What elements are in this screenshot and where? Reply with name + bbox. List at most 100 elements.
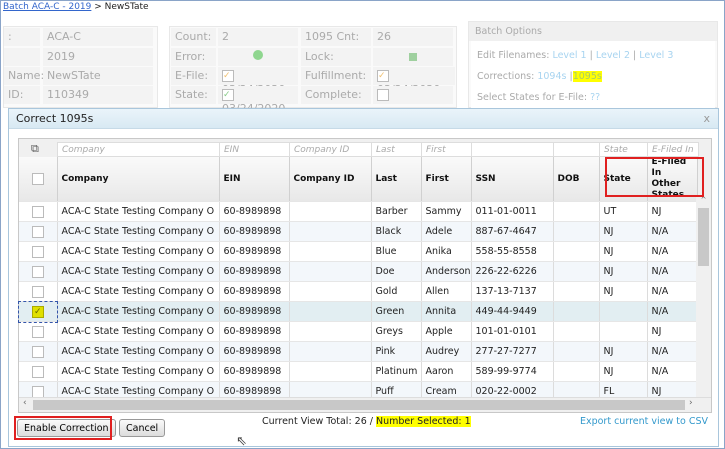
cell-cid: [289, 301, 372, 322]
filter-input[interactable]: [471, 142, 554, 157]
column-header[interactable]: Company: [57, 157, 220, 202]
export-csv-link[interactable]: Export current view to CSV: [580, 416, 708, 427]
cell-company: ACA-C State Testing Company O: [57, 201, 220, 222]
cell-dob: [553, 341, 600, 362]
row-checkbox[interactable]: [31, 265, 44, 278]
cell-ein: 60-8989898: [219, 341, 290, 362]
cell-ein: 60-8989898: [219, 241, 290, 262]
cell-last: Gold: [371, 281, 422, 302]
field-value: 110349: [43, 86, 153, 104]
table-row[interactable]: ACA-C State Testing Company O 60-8989898 G…: [19, 281, 698, 302]
horizontal-scrollbar[interactable]: ‹ ›: [19, 397, 711, 411]
state-status: ✓ 03/24/2020: [218, 86, 298, 115]
table-row[interactable]: ACA-C State Testing Company O 60-8989898 B…: [19, 241, 698, 262]
filter-input[interactable]: Company: [57, 142, 220, 157]
column-header[interactable]: Last: [371, 157, 422, 202]
cell-first: Adele: [421, 221, 472, 242]
filter-input[interactable]: E-Filed In: [647, 142, 699, 157]
corrections-1095s-link[interactable]: 1095s: [572, 71, 602, 82]
select-all-checkbox[interactable]: [31, 172, 44, 185]
batch-options-panel: Batch Options Edit Filenames: Level 1 | …: [468, 21, 718, 112]
cell-state: NJ: [599, 261, 648, 282]
table-row[interactable]: ACA-C State Testing Company O 60-8989898 D…: [19, 261, 698, 282]
row-checkbox[interactable]: [31, 365, 44, 378]
scroll-right-icon[interactable]: ›: [689, 398, 693, 408]
count-value: 2: [218, 28, 298, 46]
fulfillment-label: Fulfillment:: [301, 67, 371, 85]
table-row[interactable]: ACA-C State Testing Company O 60-8989898 P…: [19, 361, 698, 382]
table-row[interactable]: ACA-C State Testing Company O 60-8989898 B…: [19, 221, 698, 242]
cell-dob: [553, 281, 600, 302]
select-states-link[interactable]: ??: [590, 92, 600, 103]
cell-efiled: NJ: [647, 201, 698, 222]
cell-efiled: N/A: [647, 261, 698, 282]
table-row[interactable]: ✓ ACA-C State Testing Company O 60-8989898…: [18, 300, 698, 323]
scroll-left-icon[interactable]: ‹: [23, 398, 27, 408]
table-row[interactable]: ACA-C State Testing Company O 60-8989898 B…: [19, 201, 698, 222]
cell-state: NJ: [599, 241, 648, 262]
filter-input[interactable]: Company ID: [289, 142, 372, 157]
cell-cid: [289, 341, 372, 362]
cell-company: ACA-C State Testing Company O: [57, 221, 220, 242]
cell-ssn: 101-01-0101: [471, 321, 554, 342]
cell-efiled: N/A: [647, 241, 698, 262]
cell-ein: 60-8989898: [219, 361, 290, 382]
error-ok-icon: [218, 48, 298, 66]
breadcrumb-separator: >: [91, 2, 105, 12]
filter-input[interactable]: State: [599, 142, 648, 157]
complete-checkbox: [377, 89, 389, 101]
breadcrumb-batch-link[interactable]: Batch ACA-C - 2019: [3, 2, 91, 12]
column-header[interactable]: SSN: [471, 157, 554, 202]
cell-dob: [553, 221, 600, 242]
cell-company: ACA-C State Testing Company O: [57, 361, 220, 382]
cell-dob: [553, 301, 600, 322]
level3-link[interactable]: Level 3: [639, 50, 673, 61]
row-checkbox[interactable]: [31, 345, 44, 358]
filter-input[interactable]: First: [421, 142, 472, 157]
cell-dob: [553, 361, 600, 382]
row-checkbox[interactable]: [31, 325, 44, 338]
vertical-scroll-thumb[interactable]: [698, 208, 709, 266]
cell-ein: 60-8989898: [219, 281, 290, 302]
filter-input[interactable]: EIN: [219, 142, 290, 157]
filter-input[interactable]: Last: [371, 142, 422, 157]
separator: |: [589, 50, 593, 61]
cell-company: ACA-C State Testing Company O: [57, 341, 220, 362]
cell-ein: 60-8989898: [219, 301, 290, 322]
cell-state: NJ: [599, 341, 648, 362]
level1-link[interactable]: Level 1: [552, 50, 586, 61]
column-header[interactable]: First: [421, 157, 472, 202]
column-header[interactable]: EIN: [219, 157, 290, 202]
horizontal-scroll-thumb[interactable]: [33, 400, 685, 410]
cell-efiled: N/A: [647, 341, 698, 362]
cnt1095-label: 1095 Cnt:: [301, 28, 371, 46]
cell-cid: [289, 281, 372, 302]
row-checkbox[interactable]: [31, 245, 44, 258]
column-header[interactable]: Company ID: [289, 157, 372, 202]
vertical-scrollbar[interactable]: ^: [696, 196, 711, 410]
field-label: ID:: [4, 86, 40, 104]
table-row[interactable]: ACA-C State Testing Company O 60-8989898 P…: [19, 341, 698, 362]
cell-first: Sammy: [421, 201, 472, 222]
cell-dob: [553, 241, 600, 262]
corrections-1094s-link[interactable]: 1094s: [537, 71, 566, 82]
copy-icon[interactable]: ⧉: [31, 142, 39, 156]
cancel-button[interactable]: Cancel: [119, 419, 166, 437]
row-checkbox[interactable]: [31, 385, 44, 398]
close-icon[interactable]: x: [703, 112, 710, 125]
filter-input[interactable]: [553, 142, 600, 157]
cell-state: NJ: [599, 281, 648, 302]
cell-company: ACA-C State Testing Company O: [57, 301, 220, 322]
row-checkbox[interactable]: [31, 285, 44, 298]
row-checkbox[interactable]: ✓: [31, 305, 44, 318]
cell-state: UT: [599, 201, 648, 222]
cell-last: Doe: [371, 261, 422, 282]
cell-efiled: N/A: [647, 361, 698, 382]
row-checkbox[interactable]: [31, 225, 44, 238]
scroll-up-icon[interactable]: ^: [696, 196, 711, 204]
level2-link[interactable]: Level 2: [596, 50, 630, 61]
column-header[interactable]: DOB: [553, 157, 600, 202]
cell-state: [599, 301, 648, 322]
row-checkbox[interactable]: [31, 205, 44, 218]
table-row[interactable]: ACA-C State Testing Company O 60-8989898 G…: [19, 321, 698, 342]
